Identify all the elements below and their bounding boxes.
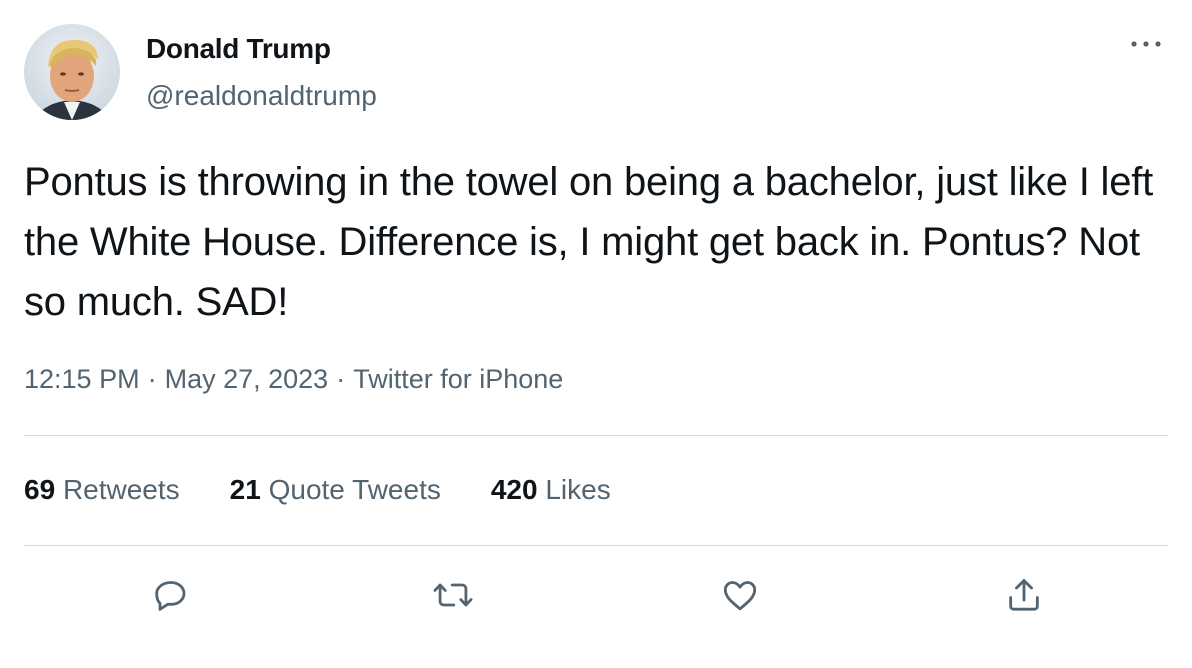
avatar-image	[24, 24, 120, 120]
tweet-date[interactable]: May 27, 2023	[165, 364, 329, 394]
heart-icon	[723, 581, 757, 611]
tweet-time[interactable]: 12:15 PM	[24, 364, 140, 394]
more-horizontal-icon	[1131, 41, 1161, 47]
divider	[24, 435, 1168, 436]
more-options-button[interactable]	[1126, 34, 1166, 54]
retweets-count: 69	[24, 474, 56, 505]
divider	[24, 545, 1168, 546]
author-handle[interactable]: @realdonaldtrump	[146, 80, 377, 112]
tweet-card: Donald Trump @realdonaldtrump Pontus is …	[0, 0, 1192, 668]
like-button[interactable]	[715, 570, 765, 620]
retweets-stat[interactable]: 69 Retweets	[24, 474, 180, 506]
share-icon	[1009, 579, 1039, 611]
meta-separator: ·	[336, 364, 346, 394]
quote-tweets-count: 21	[229, 474, 261, 505]
retweet-icon	[433, 583, 473, 607]
reply-icon	[155, 581, 186, 611]
retweet-button[interactable]	[428, 570, 478, 620]
tweet-source[interactable]: Twitter for iPhone	[353, 364, 563, 394]
likes-stat[interactable]: 420 Likes	[491, 474, 611, 506]
tweet-actions	[0, 570, 1192, 620]
likes-count: 420	[490, 474, 538, 505]
author-display-name[interactable]: Donald Trump	[146, 33, 331, 65]
likes-label: Likes	[545, 474, 611, 505]
avatar[interactable]	[24, 24, 120, 120]
tweet-stats: 69 Retweets 21 Quote Tweets 420 Likes	[24, 474, 661, 506]
quote-tweets-label: Quote Tweets	[268, 474, 441, 505]
tweet-meta: 12:15 PM · May 27, 2023 · Twitter for iPhone	[24, 364, 563, 395]
retweets-label: Retweets	[62, 474, 180, 505]
share-button[interactable]	[999, 570, 1049, 620]
reply-button[interactable]	[146, 570, 196, 620]
quote-tweets-stat[interactable]: 21 Quote Tweets	[230, 474, 441, 506]
meta-separator: ·	[147, 364, 157, 394]
tweet-text: Pontus is throwing in the towel on being…	[24, 160, 1154, 324]
